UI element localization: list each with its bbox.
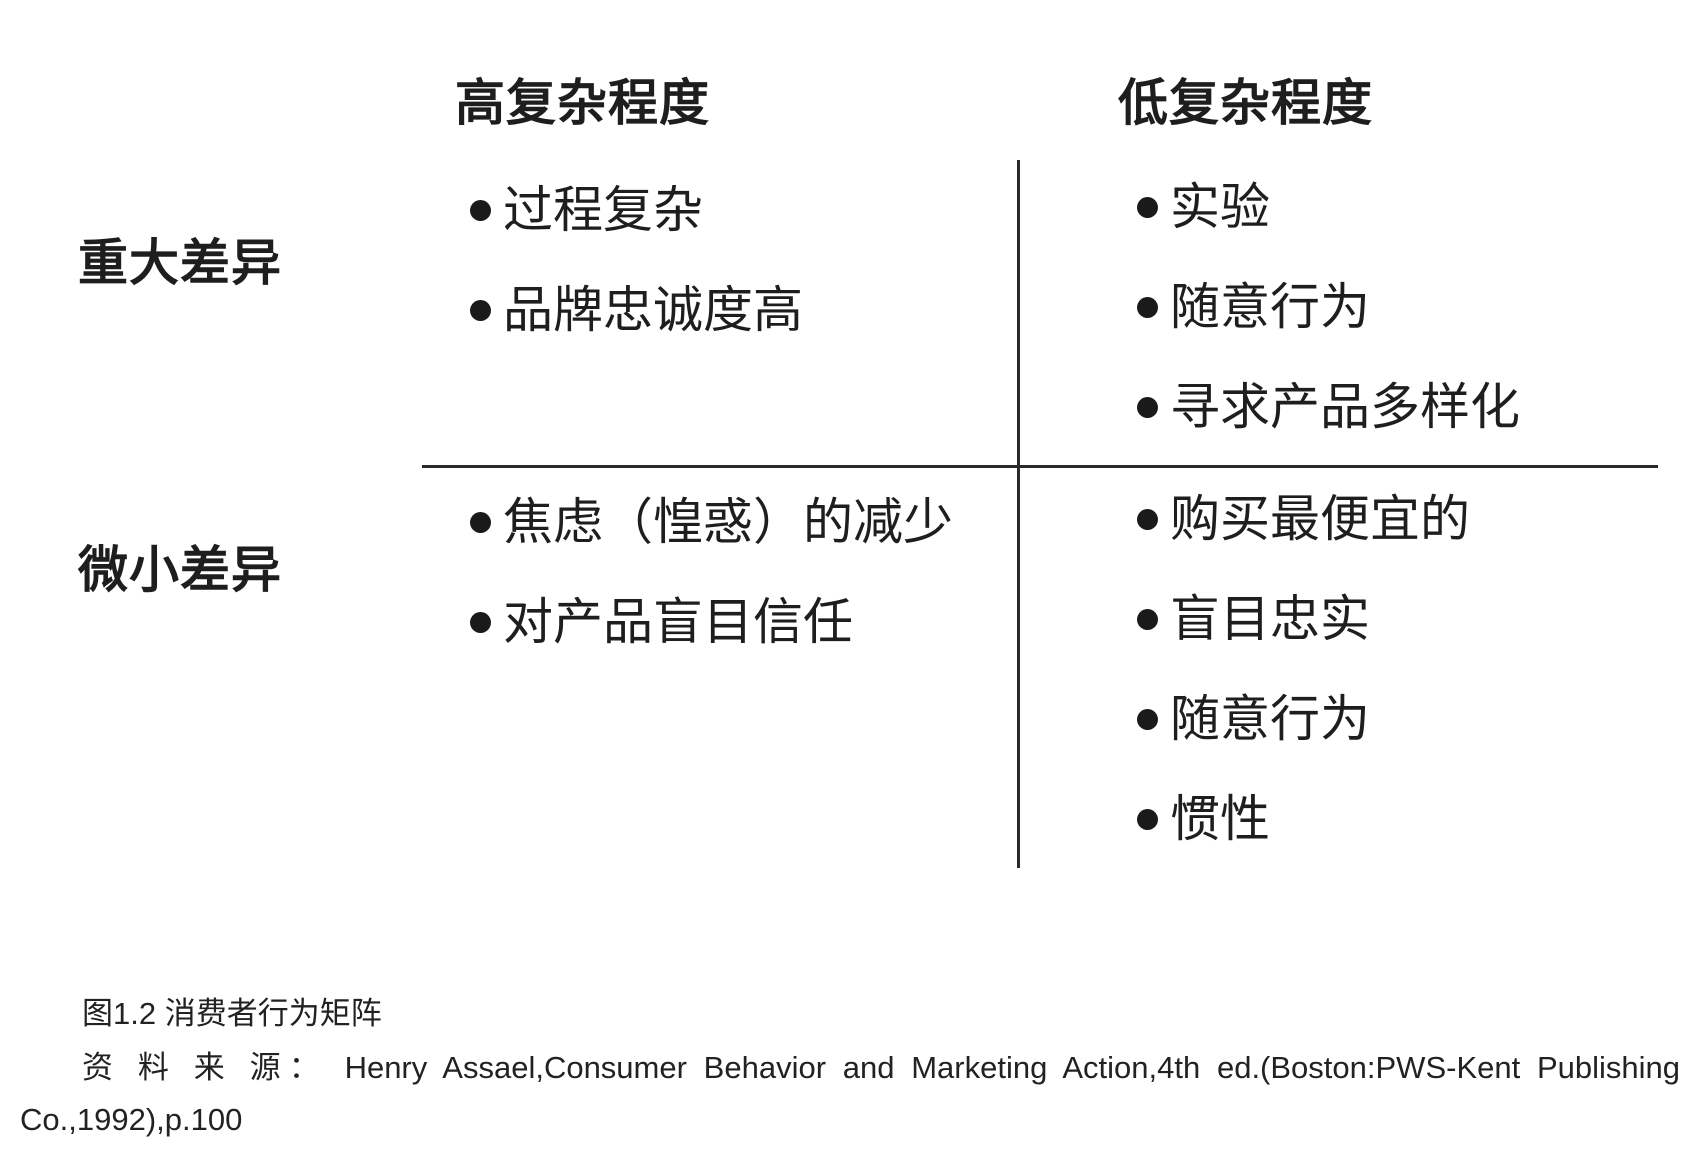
list-item-text: 寻求产品多样化 [1170,378,1520,436]
bullet-icon [1137,708,1158,730]
list-item-text: 随意行为 [1170,690,1370,748]
list-item: 盲目忠实 [1137,569,1470,669]
column-header-high-complexity: 高复杂程度 [455,74,710,132]
quadrant-significant-high: 过程复杂 品牌忠诚度高 [470,160,803,360]
bullet-icon [470,511,491,533]
list-item: 惯性 [1137,769,1470,869]
list-item: 对产品盲目信任 [470,572,953,672]
bullet-icon [470,611,491,633]
list-item: 实验 [1137,157,1520,257]
bullet-icon [470,299,491,321]
list-item-text: 对产品盲目信任 [503,593,853,651]
list-item-text: 实验 [1170,178,1270,236]
list-item: 购买最便宜的 [1137,469,1470,569]
bullet-icon [1137,396,1158,418]
bullet-icon [1137,608,1158,630]
quadrant-minor-low: 购买最便宜的 盲目忠实 随意行为 惯性 [1137,469,1470,869]
row-header-significant-difference: 重大差异 [78,234,282,292]
list-item: 焦虑（惶惑）的减少 [470,472,953,572]
bullet-icon [1137,196,1158,218]
bullet-icon [1137,296,1158,318]
matrix-horizontal-divider [422,465,1658,468]
list-item: 随意行为 [1137,257,1520,357]
list-item-text: 品牌忠诚度高 [503,281,803,339]
list-item: 过程复杂 [470,160,803,260]
matrix-vertical-divider [1017,160,1020,868]
quadrant-minor-high: 焦虑（惶惑）的减少 对产品盲目信任 [470,472,953,672]
list-item: 寻求产品多样化 [1137,357,1520,457]
list-item-text: 过程复杂 [503,181,703,239]
list-item-text: 购买最便宜的 [1170,490,1470,548]
figure-caption-title: 图1.2 消费者行为矩阵 [82,996,382,1031]
list-item: 品牌忠诚度高 [470,260,803,360]
bullet-icon [470,199,491,221]
bullet-icon [1137,508,1158,530]
quadrant-significant-low: 实验 随意行为 寻求产品多样化 [1137,157,1520,457]
list-item: 随意行为 [1137,669,1470,769]
list-item-text: 盲目忠实 [1170,590,1370,648]
list-item-text: 焦虑（惶惑）的减少 [503,493,953,551]
consumer-behavior-matrix: 高复杂程度 低复杂程度 重大差异 微小差异 过程复杂 品牌忠诚度高 实验 随意行… [0,0,1686,900]
bullet-icon [1137,808,1158,830]
column-header-low-complexity: 低复杂程度 [1118,74,1373,132]
figure-caption-source: 资 料 来 源： Henry Assael,Consumer Behavior … [20,1050,1680,1137]
list-item-text: 惯性 [1170,790,1270,848]
row-header-minor-difference: 微小差异 [78,541,282,599]
list-item-text: 随意行为 [1170,278,1370,336]
